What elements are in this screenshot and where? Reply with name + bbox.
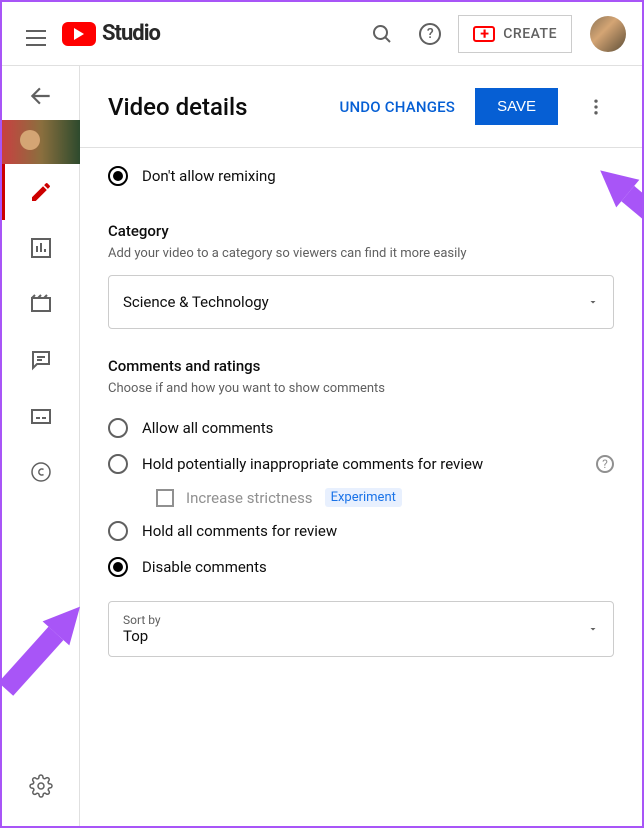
radio-icon — [108, 418, 128, 438]
editor-icon — [29, 292, 53, 316]
save-button[interactable]: SAVE — [475, 88, 558, 125]
checkbox-icon — [156, 489, 174, 507]
sidebar-item-comments[interactable] — [2, 332, 80, 388]
main-panel: Video details UNDO CHANGES SAVE Don't al… — [80, 66, 642, 826]
category-value: Science & Technology — [123, 293, 269, 311]
radio-icon — [108, 166, 128, 186]
radio-dont-allow-remixing[interactable]: Don't allow remixing — [108, 158, 614, 194]
sidebar-item-subtitles[interactable] — [2, 388, 80, 444]
sidebar-item-settings[interactable] — [2, 758, 80, 814]
radio-disable-comments[interactable]: Disable comments — [108, 549, 614, 585]
youtube-icon — [62, 22, 96, 46]
create-icon — [473, 26, 495, 42]
gear-icon — [29, 774, 53, 798]
hamburger-icon — [26, 30, 34, 46]
radio-icon — [108, 454, 128, 474]
search-icon — [370, 22, 394, 46]
comments-heading: Comments and ratings — [108, 357, 614, 375]
sidebar-item-copyright[interactable] — [2, 444, 80, 500]
page-title: Video details — [108, 93, 319, 121]
studio-logo[interactable]: Studio — [62, 21, 160, 46]
video-thumbnail[interactable] — [2, 120, 80, 164]
radio-label: Don't allow remixing — [142, 167, 276, 185]
experiment-badge: Experiment — [325, 488, 402, 507]
logo-text: Studio — [102, 21, 160, 46]
help-button[interactable]: ? — [410, 14, 450, 54]
radio-allow-all-comments[interactable]: Allow all comments — [108, 410, 614, 446]
radio-label: Hold potentially inappropriate comments … — [142, 455, 483, 473]
sidebar-item-details[interactable] — [2, 164, 80, 220]
title-bar: Video details UNDO CHANGES SAVE — [80, 66, 642, 148]
comments-icon — [29, 348, 53, 372]
radio-label: Disable comments — [142, 558, 267, 576]
account-avatar[interactable] — [590, 16, 626, 52]
radio-hold-all-comments[interactable]: Hold all comments for review — [108, 513, 614, 549]
radio-hold-inappropriate[interactable]: Hold potentially inappropriate comments … — [108, 446, 614, 482]
checkbox-label: Increase strictness — [186, 489, 313, 507]
checkbox-increase-strictness[interactable]: Increase strictness Experiment — [108, 482, 614, 513]
pencil-icon — [29, 180, 53, 204]
help-icon[interactable]: ? — [596, 455, 614, 473]
sidebar — [2, 66, 80, 826]
sidebar-item-analytics[interactable] — [2, 220, 80, 276]
sidebar-item-editor[interactable] — [2, 276, 80, 332]
more-vert-icon — [586, 97, 606, 117]
analytics-icon — [29, 236, 53, 260]
category-heading: Category — [108, 222, 614, 240]
search-button[interactable] — [362, 14, 402, 54]
sortby-select[interactable]: Sort by Top — [108, 601, 614, 657]
copyright-icon — [29, 460, 53, 484]
sortby-value: Top — [123, 627, 161, 645]
comments-description: Choose if and how you want to show comme… — [108, 381, 614, 396]
menu-button[interactable] — [18, 22, 42, 46]
create-button[interactable]: CREATE — [458, 15, 572, 53]
arrow-left-icon — [28, 83, 54, 109]
category-select[interactable]: Science & Technology — [108, 275, 614, 329]
chevron-down-icon — [587, 623, 599, 635]
help-icon: ? — [419, 23, 441, 45]
back-button[interactable] — [21, 76, 61, 116]
sortby-kicker: Sort by — [123, 613, 161, 627]
app-header: Studio ? CREATE — [2, 2, 642, 66]
undo-changes-button[interactable]: UNDO CHANGES — [339, 98, 455, 116]
subtitles-icon — [29, 404, 53, 428]
radio-label: Allow all comments — [142, 419, 273, 437]
radio-label: Hold all comments for review — [142, 522, 337, 540]
category-description: Add your video to a category so viewers … — [108, 246, 614, 261]
chevron-down-icon — [587, 296, 599, 308]
radio-icon — [108, 557, 128, 577]
create-label: CREATE — [503, 26, 557, 42]
more-options-button[interactable] — [578, 89, 614, 125]
radio-icon — [108, 521, 128, 541]
